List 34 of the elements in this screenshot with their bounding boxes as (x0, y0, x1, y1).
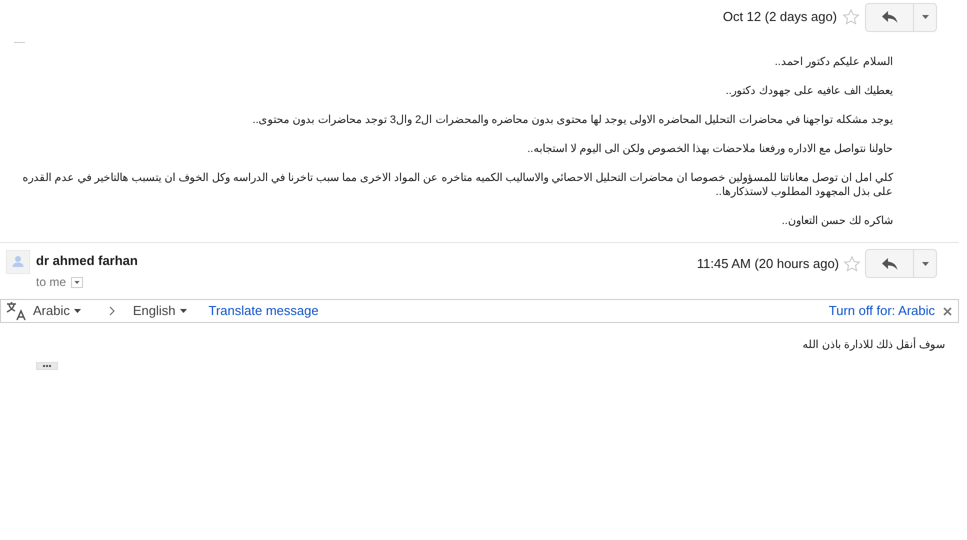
message-date: Oct 12 (2 days ago) (722, 8, 837, 26)
caret-icon (74, 280, 80, 284)
reply-button[interactable] (865, 2, 914, 32)
message-paragraph: يعطيك الف عافيه على جهودك دكتور.. (724, 84, 893, 98)
source-language-dropdown[interactable]: Arabic (33, 301, 81, 321)
details-dropdown[interactable] (71, 276, 84, 288)
message-paragraph: السلام عليكم دكتور احمد.. (774, 55, 893, 69)
chevron-right-icon (108, 306, 115, 316)
message-paragraph: سوف أنقل ذلك للادارة باذن الله (802, 337, 945, 353)
sender-name: dr ahmed farhan (36, 252, 138, 270)
message-paragraph: يوجد مشكله تواجهنا في محاضرات التحليل المحاضره الاولى يوجد لها محتوى بدون محاضره والمحضرات ال2 وال3 توجد محاضرات بدون محتوى.. (252, 113, 893, 127)
target-language-dropdown[interactable]: English (132, 301, 186, 321)
reply-icon (882, 258, 898, 270)
show-trimmed-content-button[interactable] (36, 362, 58, 370)
translate-icon (5, 301, 27, 321)
caret-icon (922, 15, 928, 19)
reply-button[interactable] (865, 249, 914, 278)
more-options-button[interactable] (914, 249, 937, 278)
reply-icon (882, 11, 898, 23)
close-icon[interactable] (943, 306, 952, 316)
avatar-icon (6, 250, 30, 274)
more-options-button[interactable] (914, 2, 937, 32)
caret-icon (922, 262, 928, 266)
turn-off-link[interactable]: Turn off for: Arabic (828, 301, 935, 321)
star-icon[interactable] (842, 8, 860, 26)
caret-icon (180, 309, 186, 313)
message-paragraph: كلي امل ان توصل معاناتنا للمسؤولين خصوصا ان محاضرات التحليل الاحصائي والاساليب الكميه متاخره عن المواد الاخرى مما سبب تاخرنا في الدراسه وكل الخوف ان يتسبب هالتاخير في عدم القدره على بذل المجهود المطلوب لاستذكارها.. (21, 171, 893, 199)
message-paragraph: شاكره لك حسن التعاون.. (780, 214, 893, 228)
message-date: 11:45 AM (20 hours ago) (696, 254, 839, 273)
recipient-label: to me (36, 274, 66, 291)
star-icon[interactable] (843, 254, 861, 272)
caret-icon (74, 309, 81, 313)
message-paragraph: حاولنا نتواصل مع الاداره ورفعنا ملاحضات بهذا الخصوص ولكن الى اليوم لا استجابه.. (526, 142, 893, 156)
translate-link[interactable]: Translate message (208, 301, 319, 321)
